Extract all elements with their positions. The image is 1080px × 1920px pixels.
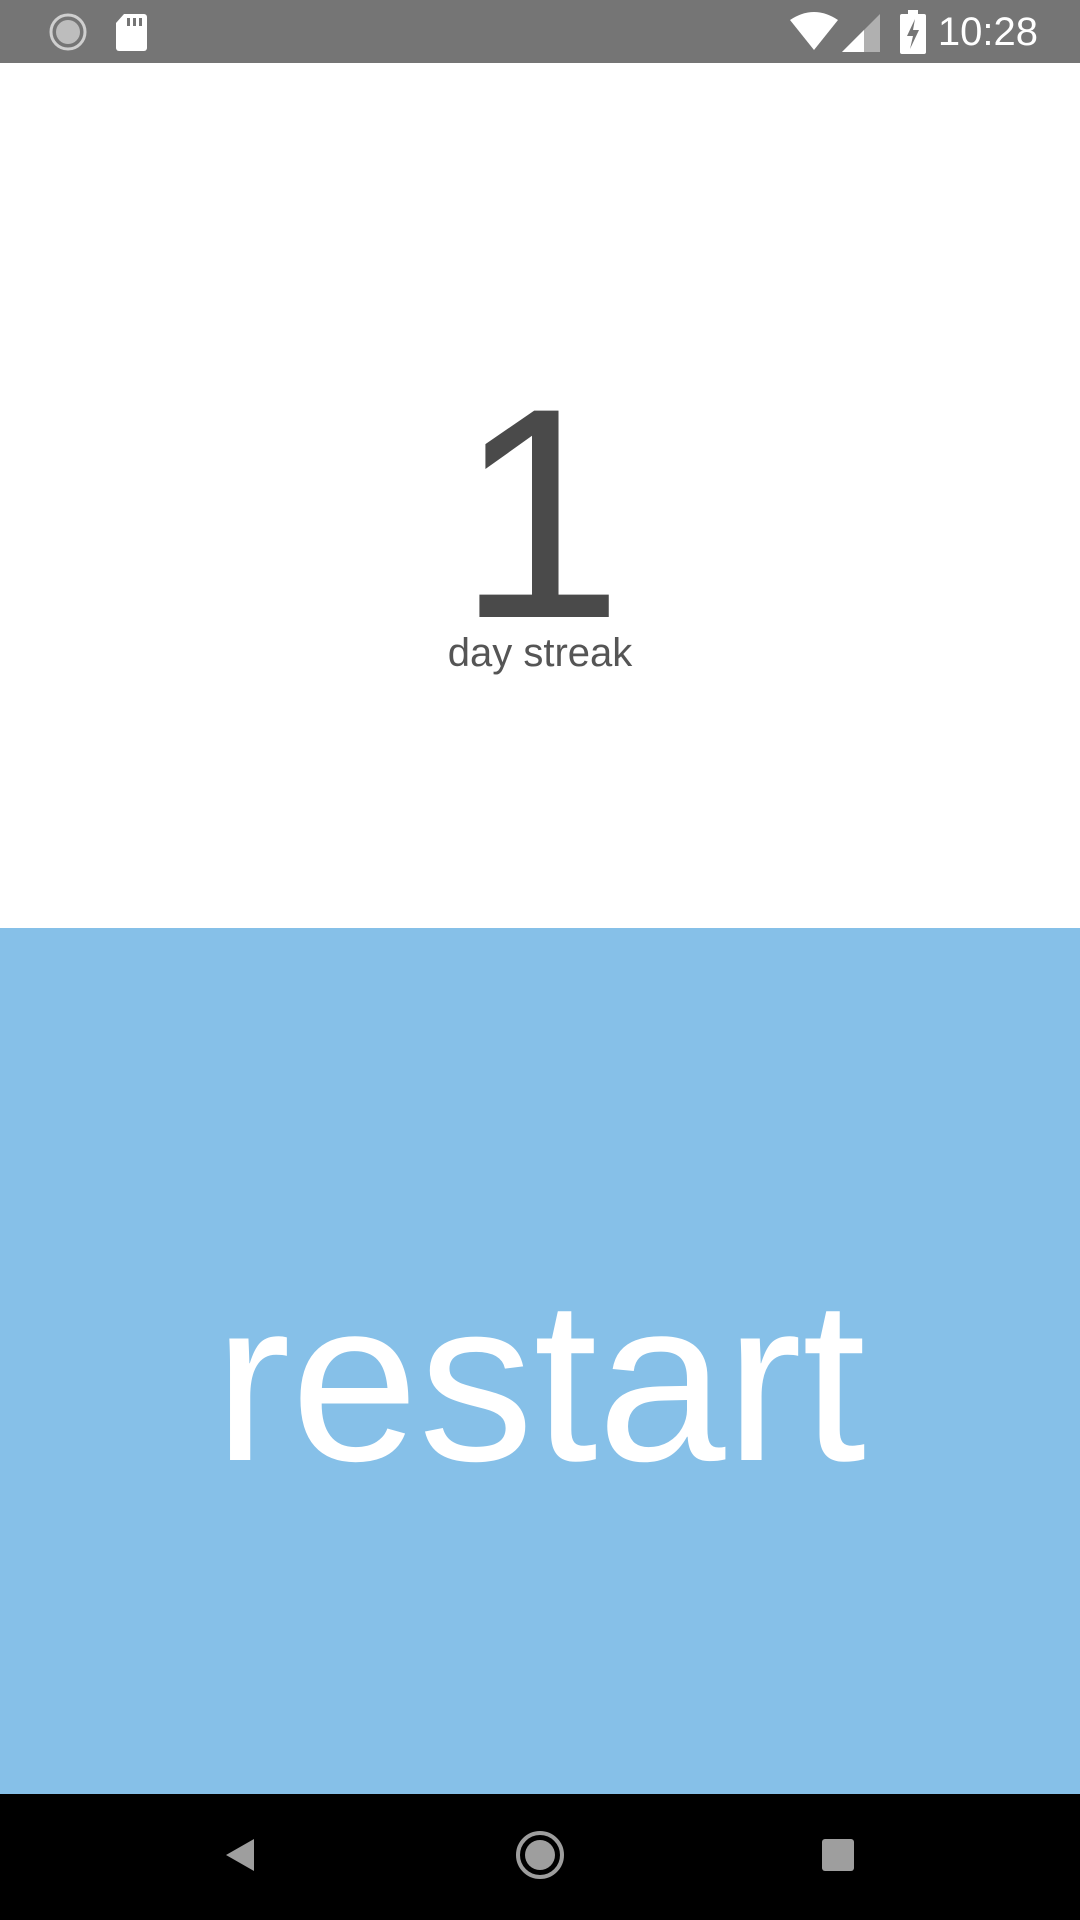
cell-signal-icon	[842, 14, 880, 57]
streak-panel: 1 day streak	[0, 63, 1080, 928]
back-button[interactable]	[200, 1817, 280, 1897]
sync-icon	[48, 12, 88, 57]
screen: 10:28 1 day streak restart	[0, 0, 1080, 1920]
streak-label: day streak	[447, 631, 633, 675]
status-bar: 10:28	[0, 0, 1080, 63]
recents-icon	[820, 1837, 856, 1878]
status-time: 10:28	[937, 10, 1038, 54]
back-icon	[220, 1835, 260, 1880]
sd-card-icon	[114, 12, 148, 57]
restart-label: restart	[214, 1252, 866, 1509]
wifi-icon	[790, 12, 838, 57]
restart-button[interactable]: restart	[0, 928, 1080, 1794]
battery-charging-icon	[900, 10, 926, 59]
recents-button[interactable]	[798, 1817, 878, 1897]
streak-count: 1	[456, 345, 624, 681]
home-icon	[514, 1829, 566, 1886]
home-button[interactable]	[500, 1817, 580, 1897]
navigation-bar	[0, 1794, 1080, 1920]
